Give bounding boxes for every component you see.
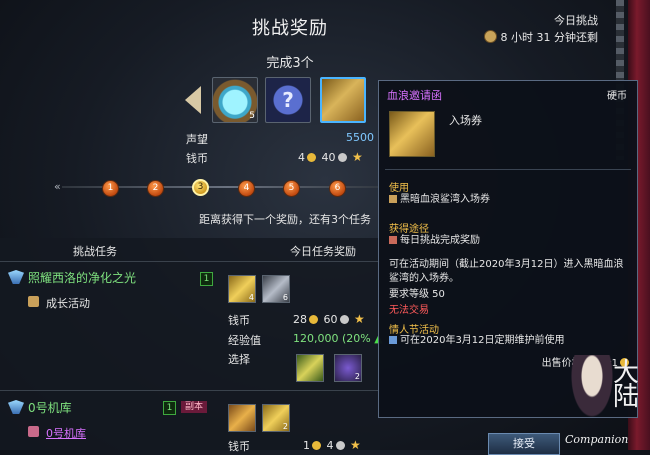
coin-gold-amount: 1: [303, 439, 310, 452]
coin-value: 4 40 ★: [298, 150, 363, 164]
activity-icon: [28, 296, 39, 307]
track-start-icon: «: [54, 180, 61, 193]
accept-button[interactable]: 接受: [488, 433, 560, 455]
reward-slot-crystal-orb[interactable]: 5: [212, 77, 258, 123]
tooltip-trade-restriction: 无法交易: [389, 305, 429, 316]
question-mark-icon: ?: [282, 88, 294, 112]
tooltip-item-name: 血浪邀请函: [387, 89, 442, 102]
next-reward-text: 距离获得下一个奖励，还有3个任务: [199, 213, 371, 226]
item-count: 2: [282, 422, 288, 431]
scroll-icon[interactable]: [296, 354, 324, 382]
task-exp-text: 120,000 (20%: [293, 332, 371, 345]
previous-reward-arrow-icon[interactable]: [185, 86, 201, 114]
daily-challenge-label: 今日挑战: [554, 14, 598, 27]
coin-silver-amount: 4: [326, 439, 334, 452]
dungeon-badge: 副本: [181, 401, 208, 413]
tooltip-description: 可在活动期间（截止2020年3月12日）进入黑暗血浪鲨湾的入场券。: [389, 259, 624, 284]
tooltip-use-heading: 使用: [389, 183, 409, 194]
tab-today-rewards[interactable]: 今日任务奖励: [290, 243, 356, 259]
item-count: 6: [282, 293, 288, 302]
item-count: 4: [248, 293, 254, 302]
gold-bag-icon[interactable]: 4: [228, 275, 256, 303]
companion-logo: 大陆 Companion: [555, 355, 650, 450]
gift-icon: [389, 336, 397, 344]
divider: [0, 261, 380, 262]
task-exp-label: 经验值: [228, 334, 261, 347]
coin-gold-amount: 28: [293, 313, 307, 326]
progress-node[interactable]: 6: [329, 180, 346, 197]
star-icon: ★: [354, 312, 365, 326]
progress-node[interactable]: 2: [147, 180, 164, 197]
reward-slot-mystery-box[interactable]: ?: [265, 77, 311, 123]
reputation-value: 5500: [346, 131, 374, 144]
tooltip-item-type: 硬币: [607, 91, 627, 102]
invitation-letter-icon: [389, 111, 435, 157]
treasure-chest-icon[interactable]: [228, 404, 256, 432]
progress-node-current[interactable]: 3: [192, 179, 209, 196]
reward-slot-invitation-letter[interactable]: [320, 77, 366, 123]
tooltip-item-category: 入场券: [449, 114, 482, 127]
task-count-badge: 1: [163, 401, 176, 415]
companion-figure: [567, 355, 617, 425]
divider: [0, 390, 380, 391]
task-subtitle-link[interactable]: 0号机库: [46, 425, 86, 441]
coin-gold-amount: 4: [298, 151, 305, 164]
divider: [385, 169, 631, 170]
tooltip-use-line: 黑暗血浪鲨湾入场券: [389, 193, 490, 207]
daily-challenge-info: 今日挑战 8 小时 31 分钟还剩: [483, 12, 599, 46]
task-subtitle: 成长活动: [46, 297, 90, 310]
ticket-icon: [389, 195, 397, 203]
task-count-badge: 1: [200, 272, 213, 286]
companion-label: Companion: [565, 433, 629, 446]
task-exp-value: 120,000 (20% ▲: [293, 332, 383, 345]
reward-count: 5: [249, 111, 255, 121]
item-count: 2: [354, 372, 360, 381]
task-coin-label: 钱币: [228, 440, 250, 453]
task-coin-value: 28 60 ★: [293, 312, 365, 326]
tooltip-level-requirement: 要求等级 50: [389, 289, 445, 300]
task-title[interactable]: 0号机库: [28, 399, 72, 416]
task-select-label: 选择: [228, 353, 250, 366]
progress-node[interactable]: 1: [102, 180, 119, 197]
clock-icon: [483, 30, 497, 43]
gold-coin-icon: [312, 441, 321, 450]
tooltip-obtain-text: 每日挑战完成奖励: [400, 235, 480, 246]
task-coin-label: 钱币: [228, 314, 250, 327]
star-icon: ★: [352, 150, 363, 164]
silver-coin-icon: [335, 441, 345, 450]
gold-coin-icon: [307, 153, 316, 162]
quest-icon: [389, 236, 397, 244]
progress-node[interactable]: 5: [283, 180, 300, 197]
task-title[interactable]: 照耀西洛的净化之光: [28, 269, 136, 286]
dungeon-icon: [28, 426, 39, 437]
purple-orb-icon[interactable]: 2: [334, 354, 362, 382]
tooltip-festival-line: 可在2020年3月12日定期维护前使用: [389, 334, 565, 348]
daily-timer-text: 8 小时 31 分钟还剩: [500, 31, 599, 44]
silver-key-icon[interactable]: 6: [262, 275, 290, 303]
coin-silver-amount: 60: [323, 313, 338, 326]
tooltip-festival-text: 可在2020年3月12日定期维护前使用: [400, 335, 565, 346]
tooltip-use-text: 黑暗血浪鲨湾入场券: [400, 194, 490, 205]
silver-coin-icon: [337, 153, 347, 162]
reputation-label: 声望: [186, 133, 208, 146]
gold-shard-icon[interactable]: 2: [262, 404, 290, 432]
coin-label: 钱币: [186, 152, 208, 165]
gold-coin-icon: [309, 315, 318, 324]
daily-timer: 8 小时 31 分钟还剩: [483, 29, 599, 46]
tab-challenge-tasks[interactable]: 挑战任务: [0, 243, 190, 259]
complete-count-label: 完成3个: [266, 56, 314, 71]
companion-glyph: 大陆: [613, 358, 640, 412]
tooltip-obtain-line: 每日挑战完成奖励: [389, 234, 480, 248]
silver-coin-icon: [339, 315, 349, 324]
tooltip-obtain-heading: 获得途径: [389, 224, 429, 235]
coin-silver-amount: 40: [321, 151, 336, 164]
progress-node[interactable]: 4: [238, 180, 255, 197]
